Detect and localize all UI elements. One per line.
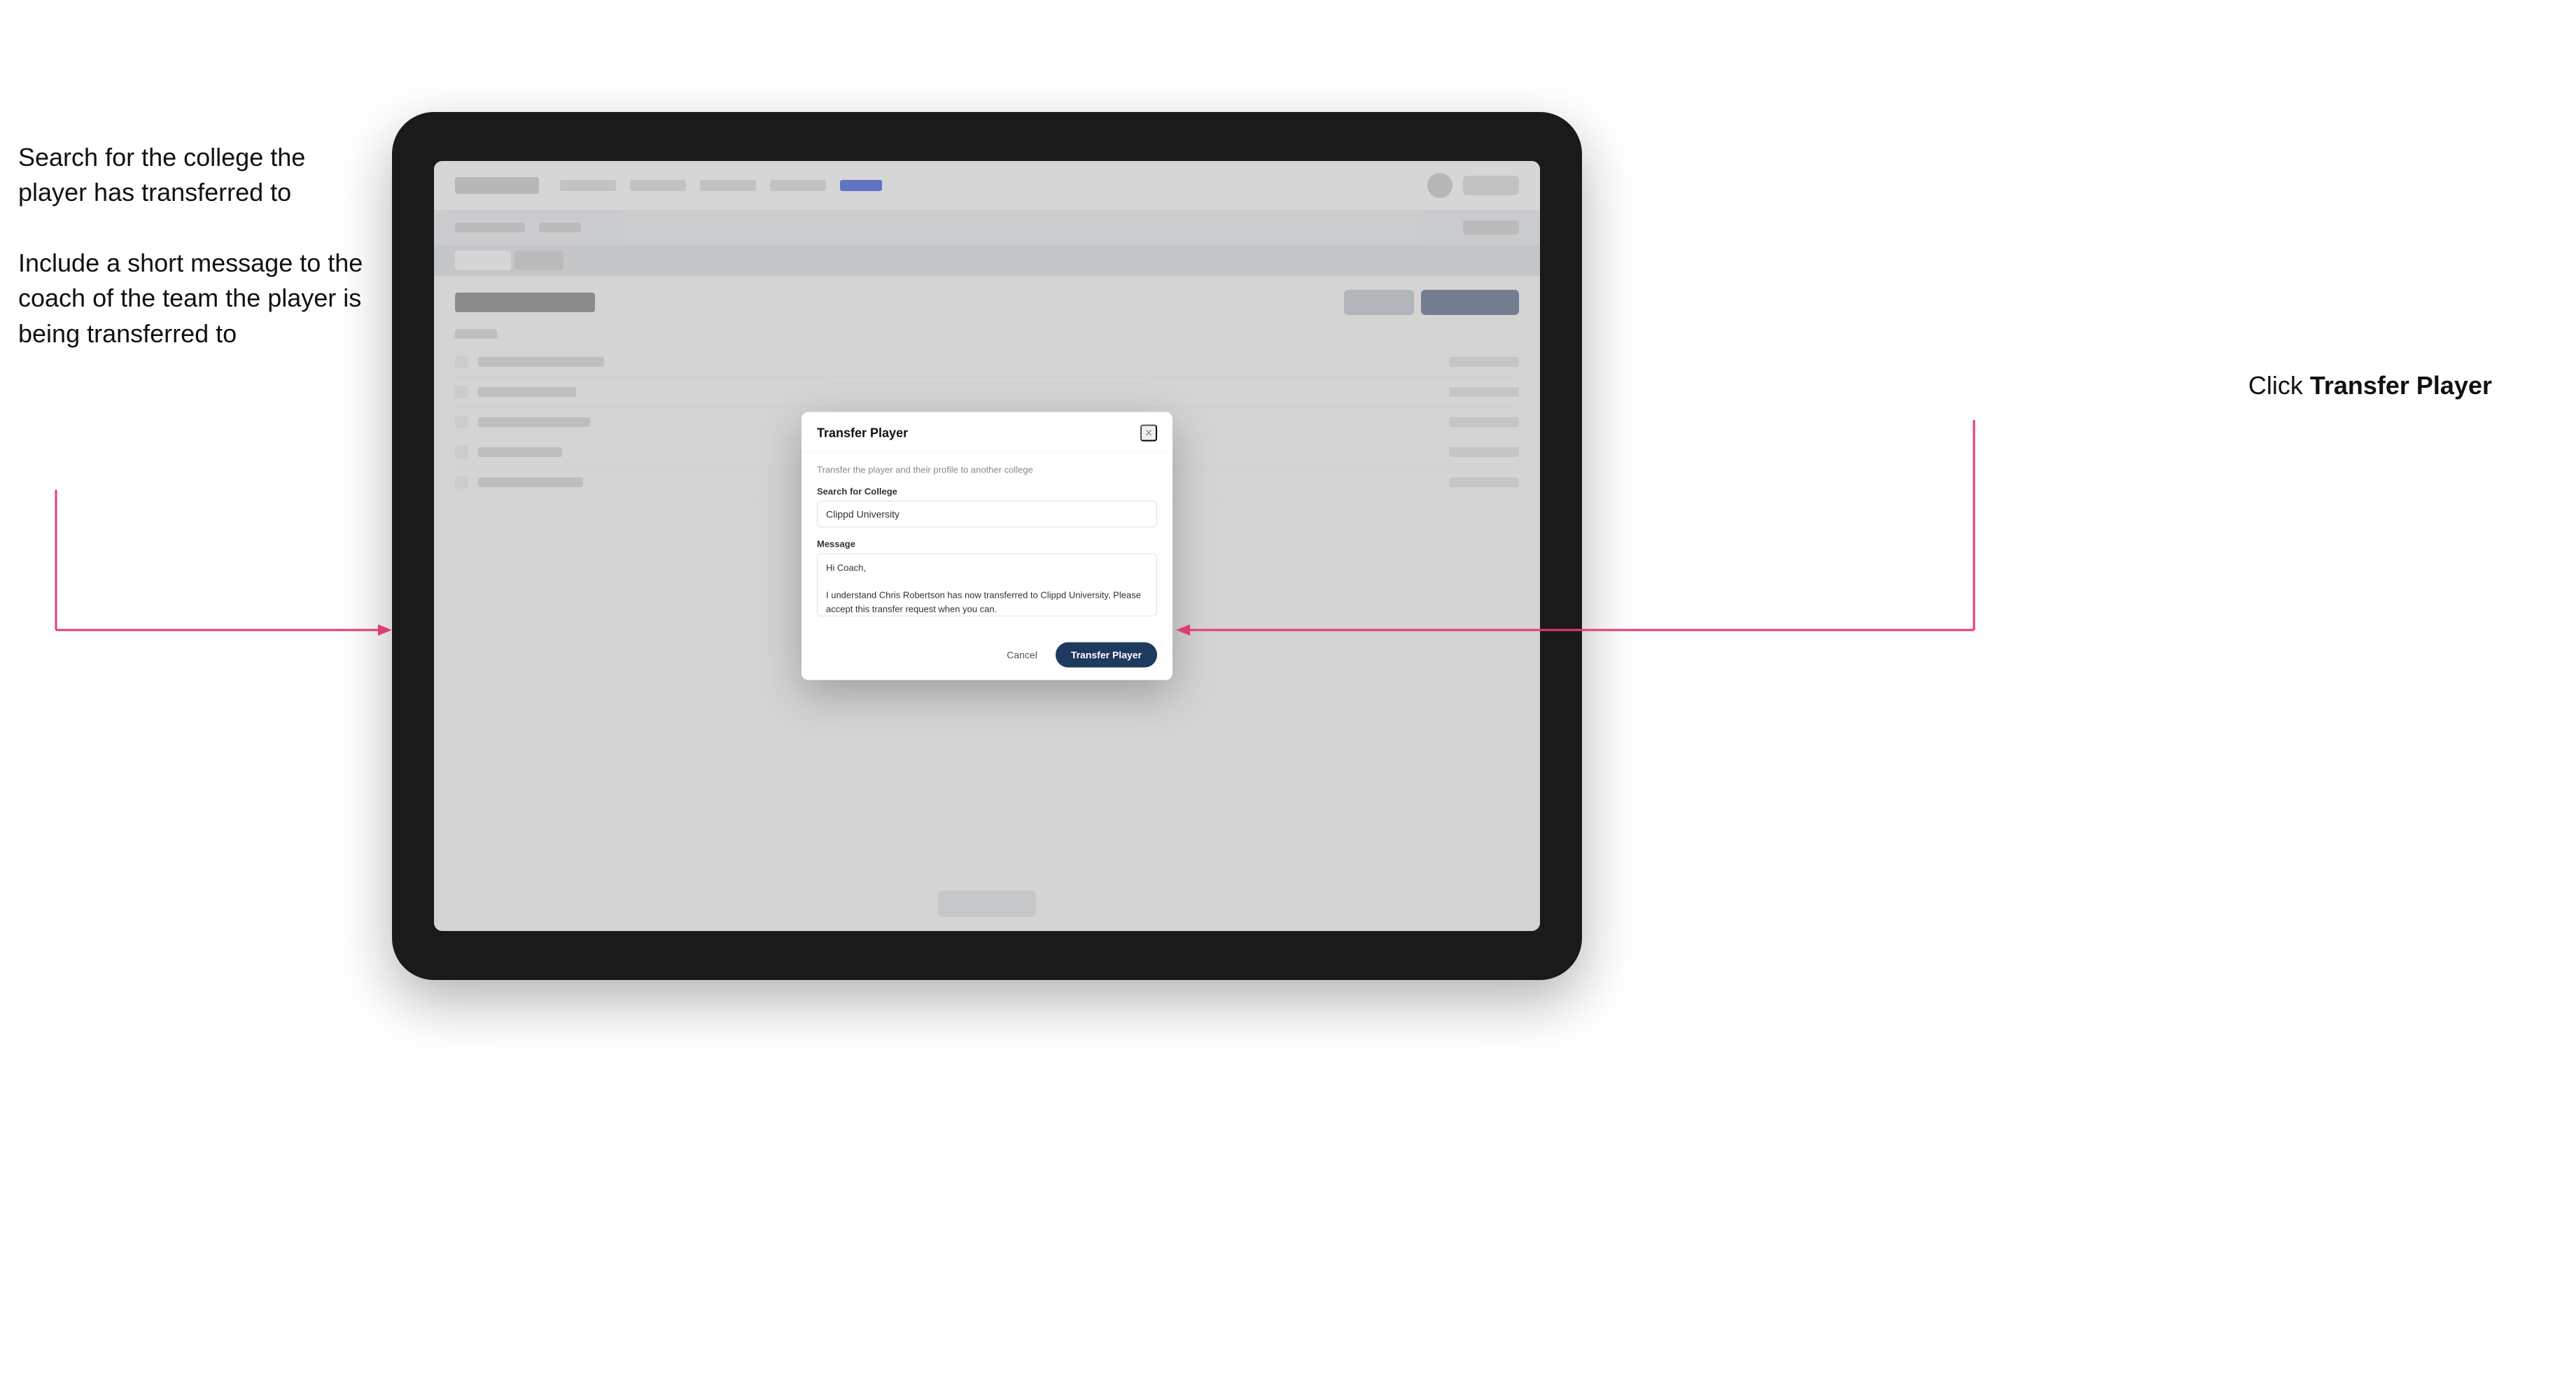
modal-body: Transfer the player and their profile to… [802, 452, 1172, 633]
annotation-right-bold: Transfer Player [2310, 371, 2492, 400]
tablet-frame: Transfer Player × Transfer the player an… [392, 112, 1582, 980]
annotation-left: Search for the college the player has tr… [18, 140, 368, 386]
annotation-right: Click Transfer Player [2248, 371, 2492, 400]
annotation-right-prefix: Click [2248, 371, 2310, 400]
modal-footer: Cancel Transfer Player [802, 633, 1172, 680]
transfer-player-modal: Transfer Player × Transfer the player an… [802, 412, 1172, 680]
message-label: Message [817, 539, 1157, 550]
modal-close-button[interactable]: × [1140, 425, 1157, 442]
cancel-button[interactable]: Cancel [997, 644, 1047, 666]
annotation-message-text: Include a short message to the coach of … [18, 246, 368, 351]
modal-title: Transfer Player [817, 426, 908, 440]
search-college-label: Search for College [817, 486, 1157, 497]
modal-header: Transfer Player × [802, 412, 1172, 452]
modal-subtitle: Transfer the player and their profile to… [817, 465, 1157, 475]
annotation-search-text: Search for the college the player has tr… [18, 140, 368, 211]
tablet-screen: Transfer Player × Transfer the player an… [434, 161, 1540, 931]
message-textarea[interactable]: Hi Coach, I understand Chris Robertson h… [817, 554, 1157, 617]
transfer-player-button[interactable]: Transfer Player [1056, 643, 1157, 668]
search-college-input[interactable] [817, 501, 1157, 528]
